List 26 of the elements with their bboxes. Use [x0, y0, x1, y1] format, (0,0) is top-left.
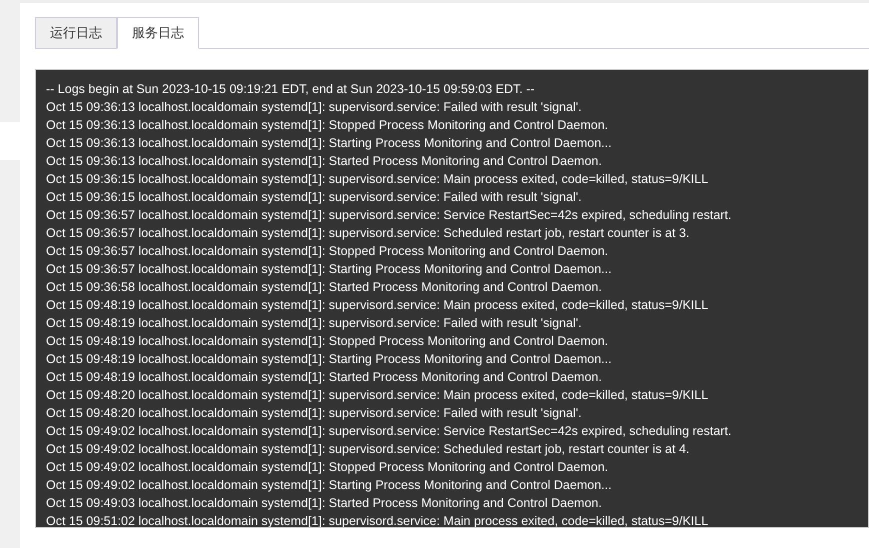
log-line: Oct 15 09:36:13 localhost.localdomain systemd[1]: Starting Process Monitoring and Control Daemon...: [46, 135, 612, 152]
tab[interactable]: 运行日志: [35, 17, 117, 49]
log-line: -- Logs begin at Sun 2023-10-15 09:19:21 EDT, end at Sun 2023-10-15 09:59:03 EDT. --: [46, 81, 535, 98]
log-line: Oct 15 09:49:03 localhost.localdomain systemd[1]: Started Process Monitoring and Control Daemon.: [46, 495, 602, 512]
log-line: Oct 15 09:49:02 localhost.localdomain systemd[1]: supervisord.service: Scheduled restart job, restart counter is at 4.: [46, 441, 690, 458]
log-line: Oct 15 09:36:15 localhost.localdomain systemd[1]: supervisord.service: Failed with result 'signal'.: [46, 189, 582, 206]
log-line: Oct 15 09:36:57 localhost.localdomain systemd[1]: supervisord.service: Service RestartSec=42s expired, scheduling restart.: [46, 207, 732, 224]
log-line: Oct 15 09:36:15 localhost.localdomain systemd[1]: supervisord.service: Main process exited, code=killed, status=9/KILL: [46, 171, 708, 188]
log-line: Oct 15 09:36:13 localhost.localdomain systemd[1]: Stopped Process Monitoring and Control Daemon.: [46, 117, 608, 134]
log-line: Oct 15 09:48:19 localhost.localdomain systemd[1]: supervisord.service: Main process exited, code=killed, status=9/KILL: [46, 297, 708, 314]
log-line: Oct 15 09:48:19 localhost.localdomain systemd[1]: Stopped Process Monitoring and Control Daemon.: [46, 333, 608, 350]
log-line: Oct 15 09:49:02 localhost.localdomain systemd[1]: Stopped Process Monitoring and Control Daemon.: [46, 459, 608, 476]
log-line: Oct 15 09:48:19 localhost.localdomain systemd[1]: Started Process Monitoring and Control Daemon.: [46, 369, 602, 386]
tab[interactable]: 服务日志: [117, 17, 199, 49]
log-line: Oct 15 09:48:19 localhost.localdomain systemd[1]: supervisord.service: Failed with result 'signal'.: [46, 315, 582, 332]
log-line: Oct 15 09:36:57 localhost.localdomain systemd[1]: supervisord.service: Scheduled restart job, restart counter is at 3.: [46, 225, 690, 242]
log-line: Oct 15 09:48:19 localhost.localdomain systemd[1]: Starting Process Monitoring and Control Daemon...: [46, 351, 612, 368]
log-line: Oct 15 09:36:57 localhost.localdomain systemd[1]: Stopped Process Monitoring and Control Daemon.: [46, 243, 608, 260]
log-line: Oct 15 09:36:13 localhost.localdomain systemd[1]: supervisord.service: Failed with result 'signal'.: [46, 99, 582, 116]
log-line: Oct 15 09:49:02 localhost.localdomain systemd[1]: Starting Process Monitoring and Control Daemon...: [46, 477, 612, 494]
log-line: Oct 15 09:36:58 localhost.localdomain systemd[1]: Started Process Monitoring and Control Daemon.: [46, 279, 602, 296]
log-line: Oct 15 09:49:02 localhost.localdomain systemd[1]: supervisord.service: Service RestartSec=42s expired, scheduling restart.: [46, 423, 732, 440]
log-line: Oct 15 09:48:20 localhost.localdomain systemd[1]: supervisord.service: Failed with result 'signal'.: [46, 405, 582, 422]
log-line: Oct 15 09:36:13 localhost.localdomain systemd[1]: Started Process Monitoring and Control Daemon.: [46, 153, 602, 170]
log-line: Oct 15 09:48:20 localhost.localdomain systemd[1]: supervisord.service: Main process exited, code=killed, status=9/KILL: [46, 387, 708, 404]
log-line: Oct 15 09:36:57 localhost.localdomain systemd[1]: Starting Process Monitoring and Control Daemon...: [46, 261, 612, 278]
